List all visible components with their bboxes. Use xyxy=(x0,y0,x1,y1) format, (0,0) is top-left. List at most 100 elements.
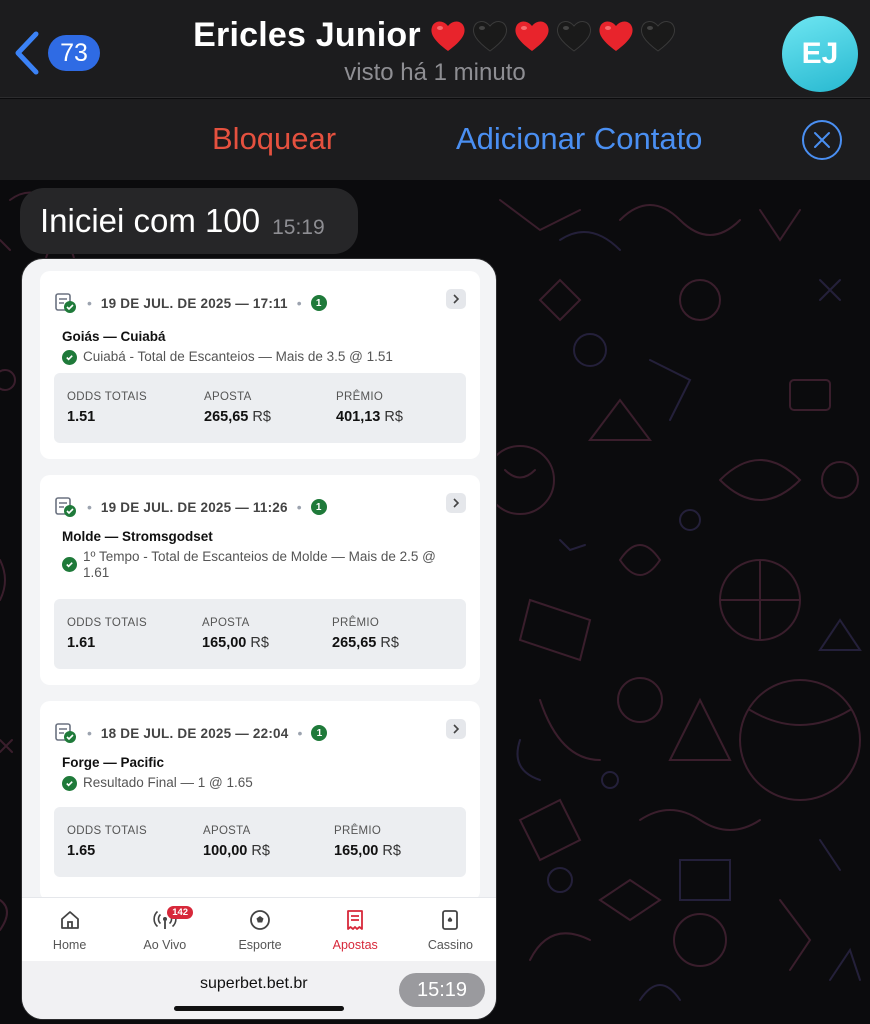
prize-value: 401,13 R$ xyxy=(336,409,403,425)
bet-date: 19 DE JUL. DE 2025 — 17:11 xyxy=(100,295,288,311)
unread-count-badge: 73 xyxy=(48,35,100,71)
message-time: 15:19 xyxy=(272,216,325,239)
bet-date: 19 DE JUL. DE 2025 — 11:26 xyxy=(100,499,288,515)
chevron-right-icon xyxy=(453,498,460,508)
soccer-ball-icon xyxy=(250,910,270,930)
tab-apostas[interactable]: Apostas xyxy=(308,898,403,961)
separator-dot: • xyxy=(87,725,92,741)
selection-count-badge: 1 xyxy=(310,499,327,515)
stake-value: 100,00 R$ xyxy=(203,843,270,859)
separator-dot: • xyxy=(87,295,92,311)
check-icon xyxy=(62,557,77,572)
separator-dot: • xyxy=(87,499,92,515)
red-heart-icon xyxy=(515,21,549,51)
playing-card-icon xyxy=(442,910,459,930)
close-icon[interactable] xyxy=(801,119,843,161)
selection-count-badge: 1 xyxy=(311,725,328,741)
image-message[interactable]: • 19 DE JUL. DE 2025 — 17:11 • 1 Goiás —… xyxy=(21,258,497,1020)
add-contact-button[interactable]: Adicionar Contato xyxy=(456,121,702,157)
black-heart-icon xyxy=(556,20,591,52)
tab-label: Apostas xyxy=(332,938,378,952)
stake-value: 265,65 R$ xyxy=(204,409,271,425)
chevron-right-icon xyxy=(453,294,460,304)
check-icon xyxy=(62,776,77,791)
black-heart-icon xyxy=(640,20,675,52)
app-tab-bar: Home 142 Ao Vivo Esporte Apostas Cassino xyxy=(22,897,496,961)
tab-home[interactable]: Home xyxy=(22,898,117,961)
stake-value: 165,00 R$ xyxy=(202,635,269,651)
prize-value: 265,65 R$ xyxy=(332,635,399,651)
home-indicator xyxy=(174,1006,344,1011)
bet-summary-box: ODDS TOTAIS 1.51 APOSTA 265,65 R$ PRÊMIO… xyxy=(54,373,466,443)
contact-action-bar: Bloquear Adicionar Contato xyxy=(0,99,870,180)
match-name: Goiás — Cuiabá xyxy=(62,329,166,344)
check-icon xyxy=(62,350,77,365)
bet-history-list: • 19 DE JUL. DE 2025 — 17:11 • 1 Goiás —… xyxy=(22,259,496,899)
tab-ao-vivo[interactable]: 142 Ao Vivo xyxy=(117,898,212,961)
stake-label: APOSTA xyxy=(203,825,251,837)
expand-bet-button[interactable] xyxy=(446,289,466,309)
heart-emojis xyxy=(429,18,677,54)
selection-text: Resultado Final — 1 @ 1.65 xyxy=(83,775,253,790)
back-button[interactable]: 73 xyxy=(12,30,100,76)
contact-name: Ericles Junior xyxy=(193,16,421,54)
selection-row: Cuiabá - Total de Escanteios — Mais de 3… xyxy=(62,349,462,365)
expand-bet-button[interactable] xyxy=(446,719,466,739)
live-count-badge: 142 xyxy=(167,906,194,919)
selection-row: 1º Tempo - Total de Escanteios de Molde … xyxy=(62,549,462,581)
tab-esporte[interactable]: Esporte xyxy=(212,898,307,961)
last-seen-status: visto há 1 minuto xyxy=(344,59,526,86)
expand-bet-button[interactable] xyxy=(446,493,466,513)
red-heart-icon xyxy=(431,21,465,51)
ticket-check-icon xyxy=(55,497,76,517)
ticket-check-icon xyxy=(55,723,76,743)
separator-dot: • xyxy=(296,295,302,311)
avatar[interactable]: EJ xyxy=(782,16,858,92)
ticket-check-icon xyxy=(55,293,76,313)
odds-label: ODDS TOTAIS xyxy=(67,617,147,629)
stake-label: APOSTA xyxy=(204,391,252,403)
tab-label: Ao Vivo xyxy=(143,938,187,952)
odds-value: 1.51 xyxy=(67,409,96,425)
bet-date: 18 DE JUL. DE 2025 — 22:04 xyxy=(100,725,289,741)
image-message-time: 15:19 xyxy=(399,973,485,1007)
url-text: superbet.bet.br xyxy=(200,975,308,992)
tab-label: Home xyxy=(52,938,87,952)
tab-label: Esporte xyxy=(238,938,282,952)
odds-value: 1.61 xyxy=(67,635,96,651)
bet-slip-icon xyxy=(347,910,364,930)
browser-url-bar: superbet.bet.br 15:19 xyxy=(22,961,496,1019)
message-bubble[interactable]: Iniciei com 100 15:19 xyxy=(20,188,358,254)
selection-text: 1º Tempo - Total de Escanteios de Molde … xyxy=(83,549,436,580)
black-heart-icon xyxy=(472,20,507,52)
currency: R$ xyxy=(382,843,401,859)
bet-card[interactable]: • 19 DE JUL. DE 2025 — 11:26 • 1 Molde —… xyxy=(40,475,480,685)
prize-label: PRÊMIO xyxy=(334,825,382,837)
chat-title[interactable]: Ericles Junior visto há 1 minuto xyxy=(160,16,710,87)
match-name: Molde — Stromsgodset xyxy=(62,529,213,544)
prize-label: PRÊMIO xyxy=(332,617,380,629)
match-name: Forge — Pacific xyxy=(62,755,165,770)
block-button[interactable]: Bloquear xyxy=(212,121,336,157)
bet-card[interactable]: • 18 DE JUL. DE 2025 — 22:04 • 1 Forge —… xyxy=(40,701,480,899)
currency: R$ xyxy=(380,635,399,651)
odds-label: ODDS TOTAIS xyxy=(67,391,147,403)
separator-dot: • xyxy=(297,725,303,741)
currency: R$ xyxy=(384,409,403,425)
selection-text: Cuiabá - Total de Escanteios — Mais de 3… xyxy=(83,349,393,364)
chevron-left-icon xyxy=(15,31,39,75)
odds-label: ODDS TOTAIS xyxy=(67,825,147,837)
bet-summary-box: ODDS TOTAIS 1.65 APOSTA 100,00 R$ PRÊMIO… xyxy=(54,807,466,877)
home-icon xyxy=(60,911,79,929)
currency: R$ xyxy=(252,409,271,425)
stake-label: APOSTA xyxy=(202,617,250,629)
tab-label: Cassino xyxy=(427,938,473,952)
selection-row: Resultado Final — 1 @ 1.65 xyxy=(62,775,462,791)
tab-cassino[interactable]: Cassino xyxy=(403,898,496,961)
separator-dot: • xyxy=(296,499,302,515)
bet-card[interactable]: • 19 DE JUL. DE 2025 — 17:11 • 1 Goiás —… xyxy=(40,271,480,459)
chat-header: 73 Ericles Junior visto há 1 minuto EJ xyxy=(0,0,870,98)
prize-value: 165,00 R$ xyxy=(334,843,401,859)
selection-count-badge: 1 xyxy=(310,295,327,311)
message-text: Iniciei com 100 xyxy=(40,202,261,239)
